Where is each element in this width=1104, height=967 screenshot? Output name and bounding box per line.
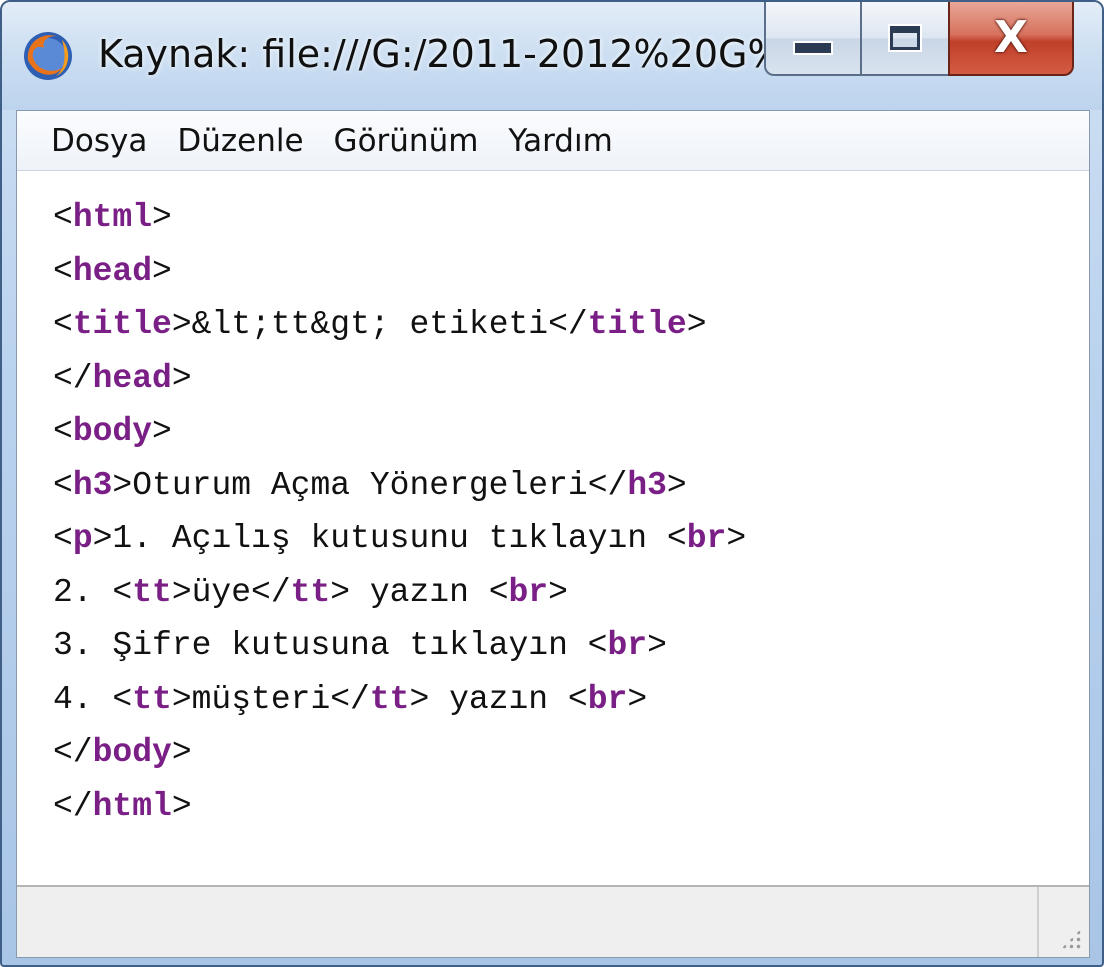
tag-name: head: [72, 252, 153, 290]
source-text: <: [53, 520, 73, 557]
source-text: 3. Şifre kutusuna tıklayın <: [53, 627, 608, 664]
source-line: <title>&lt;tt&gt; etiketi</title>: [53, 298, 1073, 352]
source-line: </body>: [53, 726, 1073, 780]
source-line: <html>: [53, 191, 1073, 245]
source-text: <: [53, 252, 73, 290]
source-line: 4. <tt>müşteri</tt> yazın <br>: [53, 673, 1073, 727]
source-line: </head>: [53, 352, 1073, 406]
tag-name: tt: [132, 573, 172, 611]
menu-yardim[interactable]: Yardım: [508, 111, 612, 171]
menu-duzenle[interactable]: Düzenle: [177, 111, 303, 171]
source-text: >: [152, 413, 172, 450]
source-line: </html>: [53, 780, 1073, 834]
source-code-view[interactable]: <html> <head> <title>&lt;tt&gt; etiketi</t…: [53, 191, 1073, 831]
source-text: <: [53, 199, 73, 236]
status-divider: [1037, 887, 1039, 957]
source-text: >üye</: [171, 573, 291, 611]
tag-name: br: [508, 573, 549, 611]
minimize-button[interactable]: [764, 2, 862, 76]
firefox-icon[interactable]: [22, 30, 74, 82]
source-text: >: [152, 199, 172, 236]
tag-name: body: [72, 413, 153, 450]
window-title: Kaynak: file:///G:/2011-2012%20G%...: [98, 32, 778, 76]
source-text: >: [726, 520, 747, 557]
source-text: </: [53, 787, 93, 825]
menu-bar: Dosya Düzenle Görünüm Yardım: [17, 111, 1089, 171]
tag-name: head: [92, 359, 172, 397]
source-line: 2. <tt>üye</tt> yazın <br>: [53, 566, 1073, 620]
tag-name: html: [72, 199, 153, 236]
status-bar: [17, 885, 1089, 957]
source-line: <body>: [53, 405, 1073, 459]
source-text: > yazın <: [330, 573, 509, 611]
source-text: >: [171, 734, 192, 771]
source-text: >: [627, 680, 648, 718]
tag-name: h3: [627, 466, 667, 504]
source-text: >müşteri</: [171, 680, 370, 718]
source-text: >: [666, 466, 687, 504]
maximize-icon: [888, 24, 922, 52]
tag-name: tt: [290, 573, 331, 611]
view-source-window: Kaynak: file:///G:/2011-2012%20G%... X D…: [0, 0, 1104, 967]
tag-name: tt: [132, 680, 172, 718]
resize-grip-icon[interactable]: [1061, 929, 1081, 949]
menu-dosya[interactable]: Dosya: [51, 111, 147, 171]
source-text: >: [647, 627, 667, 664]
close-icon: X: [994, 12, 1028, 63]
close-button[interactable]: X: [948, 2, 1074, 76]
source-line: <h3>Oturum Açma Yönergeleri</h3>: [53, 459, 1073, 513]
tag-name: br: [607, 627, 648, 664]
source-text: >: [171, 359, 192, 397]
source-text: >: [152, 252, 172, 290]
source-text: <: [53, 413, 73, 450]
minimize-icon: [793, 41, 833, 55]
source-text: >Oturum Açma Yönergeleri</: [112, 466, 628, 504]
tag-name: h3: [72, 466, 113, 504]
tag-name: br: [686, 520, 727, 557]
source-text: >&lt;tt&gt; etiketi</: [171, 306, 588, 343]
source-text: <: [53, 306, 73, 343]
source-text: >: [686, 306, 707, 343]
source-text: >: [171, 787, 192, 825]
source-line: <head>: [53, 245, 1073, 299]
caption-buttons: X: [764, 2, 1074, 78]
source-text: </: [53, 359, 93, 397]
tag-name: br: [587, 680, 628, 718]
tag-name: p: [72, 520, 93, 557]
tag-name: title: [72, 306, 172, 343]
maximize-button[interactable]: [860, 2, 950, 76]
client-area: Dosya Düzenle Görünüm Yardım <html> <head…: [16, 110, 1090, 958]
source-text: > yazın <: [409, 680, 588, 718]
tag-name: title: [587, 306, 687, 343]
source-text: 2. <: [53, 573, 133, 611]
menu-gorunum[interactable]: Görünüm: [334, 111, 479, 171]
tag-name: tt: [369, 680, 410, 718]
source-text: 4. <: [53, 680, 133, 718]
source-line: 3. Şifre kutusuna tıklayın <br>: [53, 619, 1073, 673]
source-text: >: [548, 573, 568, 611]
title-bar[interactable]: Kaynak: file:///G:/2011-2012%20G%... X: [2, 2, 1102, 110]
source-text: <: [53, 466, 73, 504]
source-line: <p>1. Açılış kutusunu tıklayın <br>: [53, 512, 1073, 566]
tag-name: html: [92, 787, 172, 825]
source-text: </: [53, 734, 93, 771]
source-text: >1. Açılış kutusunu tıklayın <: [92, 520, 687, 557]
tag-name: body: [92, 734, 172, 771]
